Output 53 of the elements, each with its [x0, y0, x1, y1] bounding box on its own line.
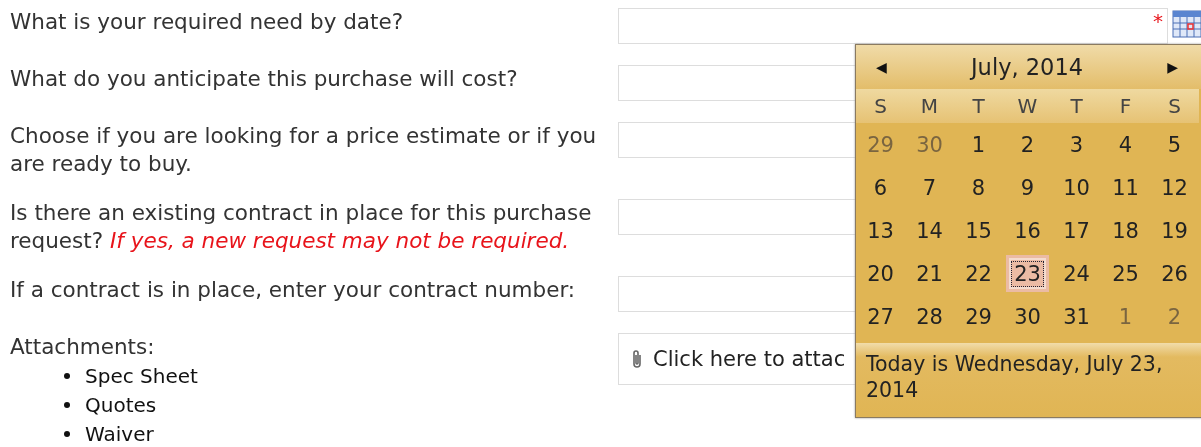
day-cell[interactable]: 16: [1003, 209, 1052, 252]
day-cell[interactable]: 4: [1101, 123, 1150, 166]
day-cell[interactable]: 25: [1101, 252, 1150, 295]
day-cell[interactable]: 26: [1150, 252, 1199, 295]
day-cell[interactable]: 17: [1052, 209, 1101, 252]
question-label: If a contract is in place, enter your contract number:: [10, 276, 577, 304]
day-cell[interactable]: 14: [905, 209, 954, 252]
day-cell[interactable]: 18: [1101, 209, 1150, 252]
bullet-icon: [64, 401, 70, 408]
day-cell[interactable]: 10: [1052, 166, 1101, 209]
day-cell[interactable]: 7: [905, 166, 954, 209]
weekday-label: T: [1070, 94, 1083, 118]
attachment-item: Waiver: [85, 421, 154, 446]
day-cell[interactable]: 15: [954, 209, 1003, 252]
weekday-label: F: [1119, 94, 1132, 118]
day-cell[interactable]: 12: [1150, 166, 1199, 209]
day-cell[interactable]: 11: [1101, 166, 1150, 209]
day-cell[interactable]: 3: [1052, 123, 1101, 166]
question-label: Is there an existing contract in place for this purchase request? If yes, a new request may not be required.: [10, 199, 593, 255]
question-label: What do you anticipate this purchase will cost?: [10, 65, 519, 93]
weekday-label: W: [1017, 94, 1038, 118]
day-cell[interactable]: 5: [1150, 123, 1199, 166]
day-cell[interactable]: 22: [954, 252, 1003, 295]
weekday-label: S: [1168, 94, 1181, 118]
day-cell[interactable]: 8: [954, 166, 1003, 209]
attachments-label: Attachments:: [10, 333, 156, 361]
day-cell[interactable]: 24: [1052, 252, 1101, 295]
date-field[interactable]: *: [618, 8, 1168, 44]
attachment-item: Quotes: [85, 392, 157, 417]
day-cell[interactable]: 9: [1003, 166, 1052, 209]
weekday-label: M: [920, 94, 939, 118]
day-cell[interactable]: 6: [856, 166, 905, 209]
previous-month-button[interactable]: ◀: [876, 59, 887, 75]
calendar-icon[interactable]: [1172, 10, 1201, 38]
day-cell[interactable]: 1: [954, 123, 1003, 166]
day-cell[interactable]: 21: [905, 252, 954, 295]
question-label: What is your required need by date?: [10, 8, 405, 36]
day-cell[interactable]: 2: [1003, 123, 1052, 166]
next-month-button[interactable]: ▶: [1167, 59, 1178, 75]
paperclip-icon: [631, 349, 643, 369]
weekday-label: S: [874, 94, 887, 118]
day-cell[interactable]: 23: [1006, 255, 1049, 292]
weekday-label: T: [972, 94, 985, 118]
question-label: Choose if you are looking for a price estimate or if you are ready to buy.: [10, 122, 598, 178]
day-cell[interactable]: 20: [856, 252, 905, 295]
bullet-icon: [64, 430, 70, 437]
attachment-item: Spec Sheet: [85, 363, 198, 388]
bullet-icon: [64, 372, 70, 379]
month-title: July, 2014: [971, 54, 1083, 80]
required-mark: *: [1153, 11, 1163, 31]
day-cell[interactable]: 13: [856, 209, 905, 252]
day-cell[interactable]: 19: [1150, 209, 1199, 252]
today-text: Today is Wednesday, July 23, 2014: [856, 343, 1201, 417]
